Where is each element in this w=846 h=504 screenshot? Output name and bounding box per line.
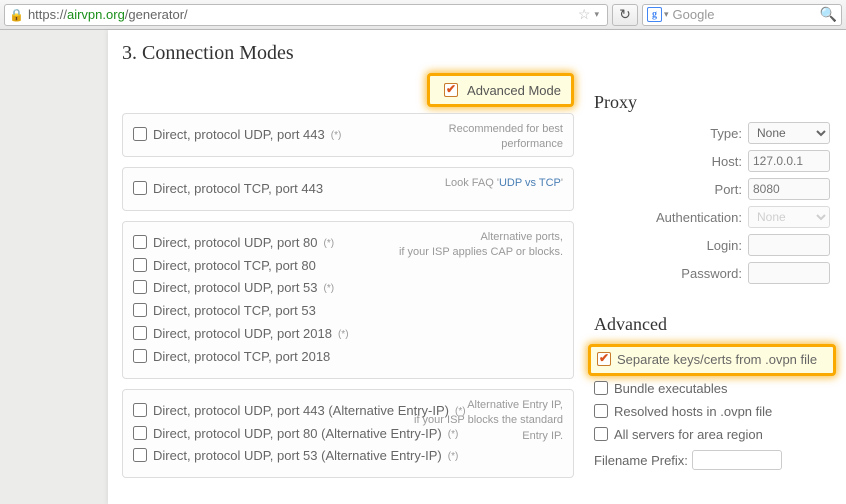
mode-label: Direct, protocol UDP, port 53 (Alternati…: [153, 447, 442, 466]
block-hint: Recommended for best performance: [393, 122, 563, 153]
proxy-login-label: Login:: [707, 238, 742, 253]
mode-footnote: (*): [448, 428, 459, 443]
mode-label: Direct, protocol UDP, port 80: [153, 234, 318, 253]
mode-checkbox[interactable]: [133, 426, 147, 440]
advanced-option-row[interactable]: Bundle executables: [594, 379, 830, 399]
mode-checkbox[interactable]: [133, 349, 147, 363]
lock-icon: 🔒: [9, 8, 24, 22]
search-engine-dropdown-icon[interactable]: ▾: [664, 9, 669, 20]
mode-footnote: (*): [331, 129, 342, 144]
mode-footnote: (*): [455, 405, 466, 420]
advanced-mode-toggle[interactable]: Advanced Mode: [427, 73, 574, 107]
mode-checkbox[interactable]: [133, 280, 147, 294]
proxy-port-label: Port:: [715, 182, 742, 197]
url-host: airvpn.org: [67, 7, 125, 22]
advanced-option-label: Resolved hosts in .ovpn file: [614, 403, 772, 422]
proxy-host-label: Host:: [712, 154, 742, 169]
block-hint: Alternative ports,if your ISP applies CA…: [393, 230, 563, 261]
proxy-password-label: Password:: [681, 266, 742, 281]
mode-footnote: (*): [324, 237, 335, 252]
proxy-type-select[interactable]: None: [748, 122, 830, 144]
proxy-login-input[interactable]: [748, 234, 830, 256]
filename-prefix-input[interactable]: [692, 450, 782, 470]
mode-footnote: (*): [324, 282, 335, 297]
mode-checkbox[interactable]: [133, 448, 147, 462]
mode-label: Direct, protocol TCP, port 443: [153, 180, 323, 199]
proxy-type-label: Type:: [710, 126, 742, 141]
reload-button[interactable]: ↻: [612, 4, 638, 26]
advanced-option-checkbox[interactable]: [594, 404, 608, 418]
advanced-title: Advanced: [594, 314, 830, 338]
url-bar[interactable]: 🔒 https://airvpn.org/generator/ ☆ ▾: [4, 4, 608, 26]
proxy-port-input[interactable]: [748, 178, 830, 200]
mode-checkbox[interactable]: [133, 303, 147, 317]
mode-checkbox[interactable]: [133, 403, 147, 417]
proxy-auth-select[interactable]: None: [748, 206, 830, 228]
connection-mode-row[interactable]: Direct, protocol UDP, port 53 (*): [133, 278, 563, 298]
block-hint: Look FAQ 'UDP vs TCP': [393, 176, 563, 191]
mode-checkbox[interactable]: [133, 326, 147, 340]
search-placeholder: Google: [673, 7, 715, 22]
search-box[interactable]: g ▾ Google 🔍: [642, 4, 842, 26]
connection-mode-block: Alternative ports,if your ISP applies CA…: [122, 221, 574, 379]
advanced-option-row[interactable]: Resolved hosts in .ovpn file: [594, 402, 830, 422]
bookmark-star-icon[interactable]: ☆: [578, 6, 591, 23]
proxy-password-input[interactable]: [748, 262, 830, 284]
mode-checkbox[interactable]: [133, 181, 147, 195]
section-title: 3. Connection Modes: [122, 42, 574, 65]
advanced-option-checkbox[interactable]: [594, 427, 608, 441]
faq-link[interactable]: UDP vs TCP: [499, 177, 561, 189]
proxy-auth-label: Authentication:: [656, 210, 742, 225]
advanced-option-label: Separate keys/certs from .ovpn file: [617, 351, 817, 370]
advanced-option-label: All servers for area region: [614, 426, 763, 445]
mode-label: Direct, protocol UDP, port 53: [153, 279, 318, 298]
connection-mode-row[interactable]: Direct, protocol UDP, port 2018 (*): [133, 324, 563, 344]
advanced-mode-label: Advanced Mode: [467, 83, 561, 98]
advanced-option-label: Bundle executables: [614, 380, 727, 399]
advanced-mode-checkbox[interactable]: [444, 83, 458, 97]
mode-label: Direct, protocol UDP, port 443: [153, 126, 325, 145]
filename-prefix-label: Filename Prefix:: [594, 453, 688, 468]
advanced-option-row[interactable]: Separate keys/certs from .ovpn file: [588, 344, 836, 376]
connection-mode-block: Recommended for best performance Direct, …: [122, 113, 574, 157]
mode-label: Direct, protocol TCP, port 80: [153, 257, 316, 276]
page-gutter: [0, 30, 108, 504]
url-dropdown-icon[interactable]: ▾: [594, 9, 599, 20]
connection-mode-row[interactable]: Direct, protocol TCP, port 2018: [133, 347, 563, 367]
search-icon[interactable]: 🔍: [820, 6, 837, 23]
mode-label: Direct, protocol TCP, port 2018: [153, 348, 330, 367]
connection-mode-block: Look FAQ 'UDP vs TCP' Direct, protocol TC…: [122, 167, 574, 211]
advanced-option-checkbox[interactable]: [597, 352, 611, 366]
connection-mode-row[interactable]: Direct, protocol TCP, port 53: [133, 301, 563, 321]
mode-footnote: (*): [338, 328, 349, 343]
mode-checkbox[interactable]: [133, 258, 147, 272]
block-hint: Alternative Entry IP,if your ISP blocks …: [393, 398, 563, 444]
proxy-host-input[interactable]: [748, 150, 830, 172]
url-scheme: https://: [28, 7, 67, 22]
proxy-title: Proxy: [594, 92, 830, 116]
google-icon: g: [647, 7, 662, 22]
mode-label: Direct, protocol TCP, port 53: [153, 302, 316, 321]
mode-footnote: (*): [448, 450, 459, 465]
connection-mode-row[interactable]: Direct, protocol UDP, port 53 (Alternati…: [133, 446, 563, 466]
mode-checkbox[interactable]: [133, 235, 147, 249]
advanced-option-checkbox[interactable]: [594, 381, 608, 395]
mode-label: Direct, protocol UDP, port 2018: [153, 325, 332, 344]
mode-checkbox[interactable]: [133, 127, 147, 141]
browser-toolbar: 🔒 https://airvpn.org/generator/ ☆ ▾ ↻ g …: [0, 0, 846, 30]
connection-mode-block: Alternative Entry IP,if your ISP blocks …: [122, 389, 574, 479]
url-path: /generator/: [125, 7, 188, 22]
advanced-option-row[interactable]: All servers for area region: [594, 425, 830, 445]
